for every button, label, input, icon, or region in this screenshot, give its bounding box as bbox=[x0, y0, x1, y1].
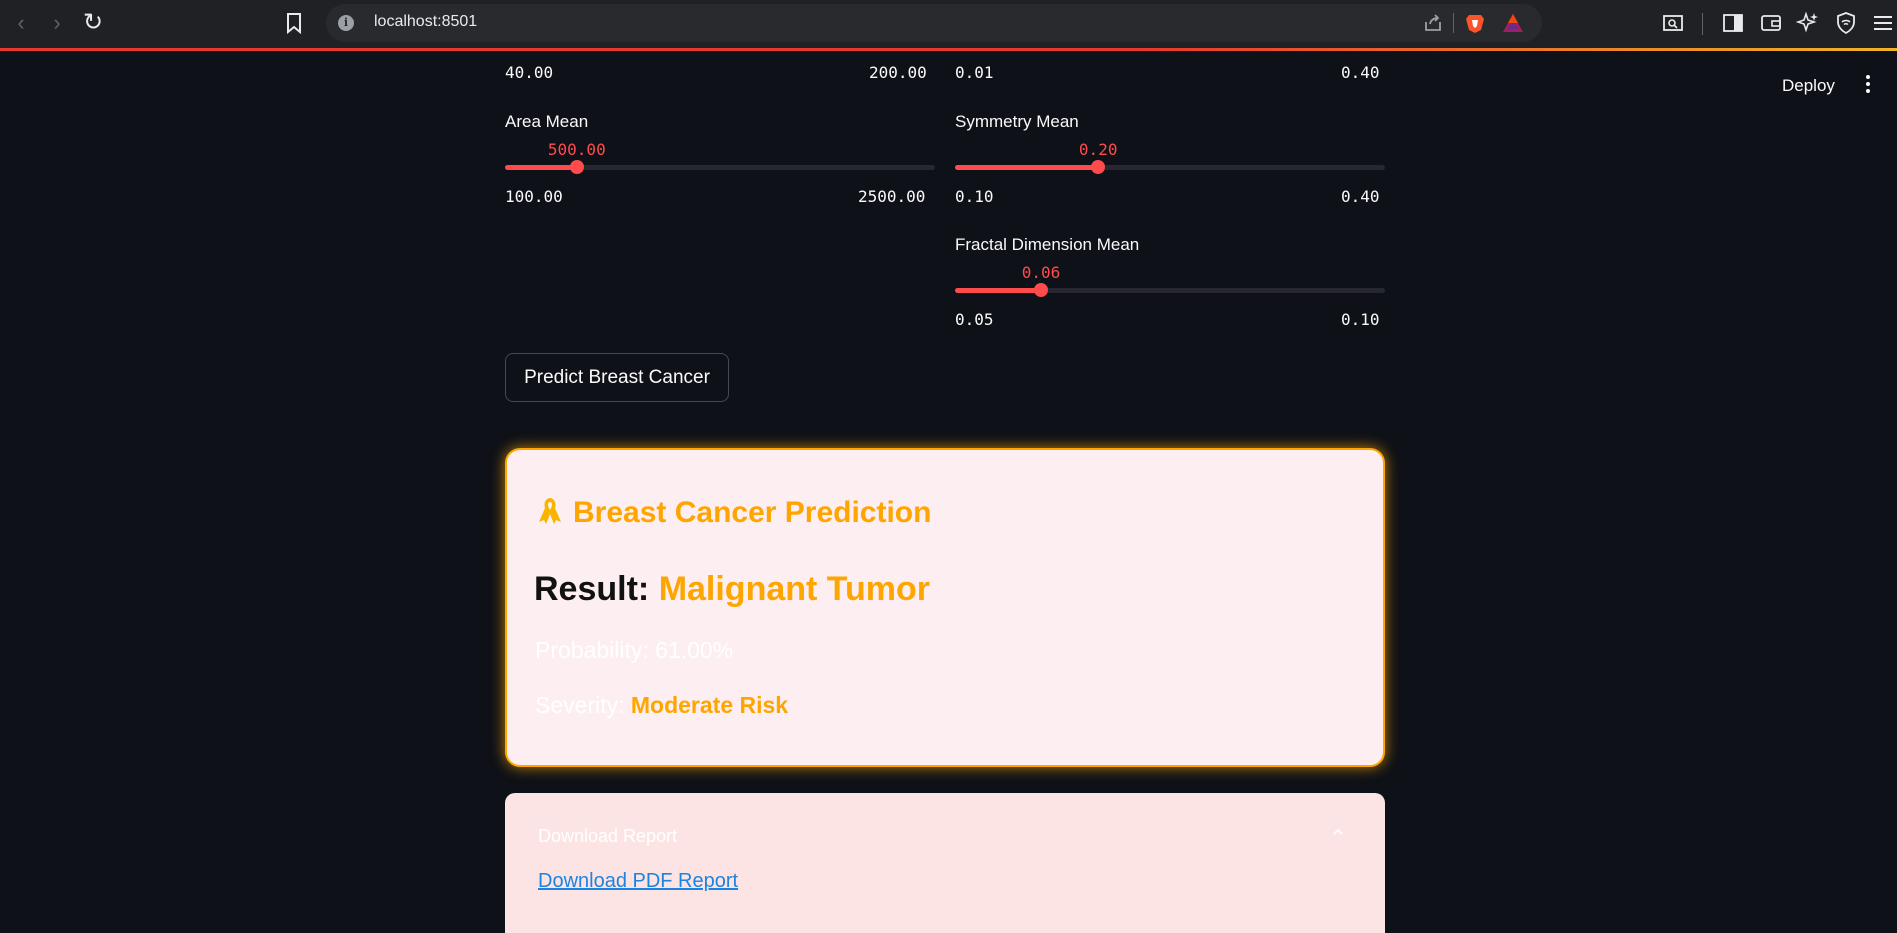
browser-toolbar: ‹ › ↻ i localhost:8501 bbox=[0, 0, 1897, 51]
streamlit-app: Deploy 40.00 200.00 0.01 0.40 Area Mean … bbox=[0, 51, 1897, 933]
slider-fill bbox=[505, 165, 577, 170]
slider-thumb[interactable] bbox=[569, 160, 584, 174]
url-text[interactable]: localhost:8501 bbox=[374, 13, 477, 31]
result-value: Malignant Tumor bbox=[658, 570, 931, 608]
result-line: Result: Malignant Tumor bbox=[534, 570, 930, 609]
result-card-title: Breast Cancer Prediction bbox=[535, 496, 931, 530]
severity-line: Severity: Moderate Risk bbox=[535, 692, 788, 719]
probability-text: Probability: 61.00% bbox=[535, 637, 734, 663]
vpn-icon[interactable] bbox=[1834, 11, 1858, 35]
prediction-result-card: Breast Cancer Prediction Result: Maligna… bbox=[505, 448, 1385, 767]
slider-thumb[interactable] bbox=[1091, 160, 1106, 174]
tab-search-icon[interactable] bbox=[1661, 11, 1685, 35]
slider-max-label: 0.10 bbox=[1341, 310, 1380, 329]
symmetry-mean-slider[interactable]: 0.20 bbox=[955, 140, 1385, 174]
fractal-dimension-mean-slider[interactable]: 0.06 bbox=[955, 263, 1385, 297]
toolbar-divider bbox=[1702, 13, 1703, 35]
back-icon[interactable]: ‹ bbox=[8, 10, 34, 36]
sidebar-icon[interactable] bbox=[1721, 11, 1745, 35]
severity-label: Severity: bbox=[535, 692, 625, 718]
chevron-up-icon[interactable] bbox=[1331, 825, 1345, 839]
slider-max-label: 200.00 bbox=[869, 63, 927, 82]
leo-ai-icon[interactable] bbox=[1796, 11, 1820, 35]
area-mean-slider[interactable]: 500.00 bbox=[505, 140, 935, 174]
slider-thumb[interactable] bbox=[1034, 283, 1048, 297]
main-menu-icon[interactable] bbox=[1864, 73, 1872, 95]
download-pdf-link[interactable]: Download PDF Report bbox=[538, 870, 738, 893]
fractal-dimension-mean-label: Fractal Dimension Mean bbox=[955, 235, 1140, 254]
slider-fill bbox=[955, 288, 1041, 293]
site-info-icon[interactable]: i bbox=[338, 15, 354, 31]
slider-max-label: 0.40 bbox=[1341, 63, 1380, 82]
slider-value: 500.00 bbox=[547, 140, 606, 159]
bookmark-icon[interactable] bbox=[286, 12, 302, 34]
slider-max-label: 0.40 bbox=[1341, 187, 1380, 206]
ribbon-icon bbox=[539, 498, 561, 524]
reload-icon[interactable]: ↻ bbox=[80, 10, 106, 36]
forward-icon[interactable]: › bbox=[44, 10, 70, 36]
slider-min-label: 0.05 bbox=[955, 310, 994, 329]
urlbar-divider bbox=[1453, 13, 1454, 33]
brave-rewards-icon[interactable] bbox=[1502, 13, 1524, 33]
brave-shields-icon[interactable] bbox=[1464, 12, 1486, 34]
deploy-button[interactable]: Deploy bbox=[1782, 76, 1835, 96]
result-card-title-text: Breast Cancer Prediction bbox=[573, 496, 932, 529]
slider-fill bbox=[955, 165, 1099, 170]
symmetry-mean-label: Symmetry Mean bbox=[955, 112, 1079, 131]
menu-icon[interactable] bbox=[1871, 11, 1895, 35]
slider-value: 0.06 bbox=[1021, 263, 1061, 282]
predict-button[interactable]: Predict Breast Cancer bbox=[505, 353, 729, 402]
slider-min-label: 0.10 bbox=[955, 187, 994, 206]
area-mean-label: Area Mean bbox=[505, 112, 589, 131]
download-report-expander: Download Report Download PDF Report bbox=[505, 793, 1385, 933]
slider-min-label: 40.00 bbox=[505, 63, 554, 82]
severity-value: Moderate Risk bbox=[630, 692, 789, 718]
share-icon[interactable] bbox=[1422, 12, 1444, 34]
slider-max-label: 2500.00 bbox=[858, 187, 926, 206]
result-label: Result: bbox=[534, 570, 650, 608]
address-bar[interactable]: i localhost:8501 bbox=[326, 4, 1542, 42]
wallet-icon[interactable] bbox=[1759, 11, 1783, 35]
slider-min-label: 0.01 bbox=[955, 63, 994, 82]
slider-min-label: 100.00 bbox=[505, 187, 563, 206]
download-report-header[interactable]: Download Report bbox=[538, 826, 677, 847]
slider-value: 0.20 bbox=[1078, 140, 1118, 159]
